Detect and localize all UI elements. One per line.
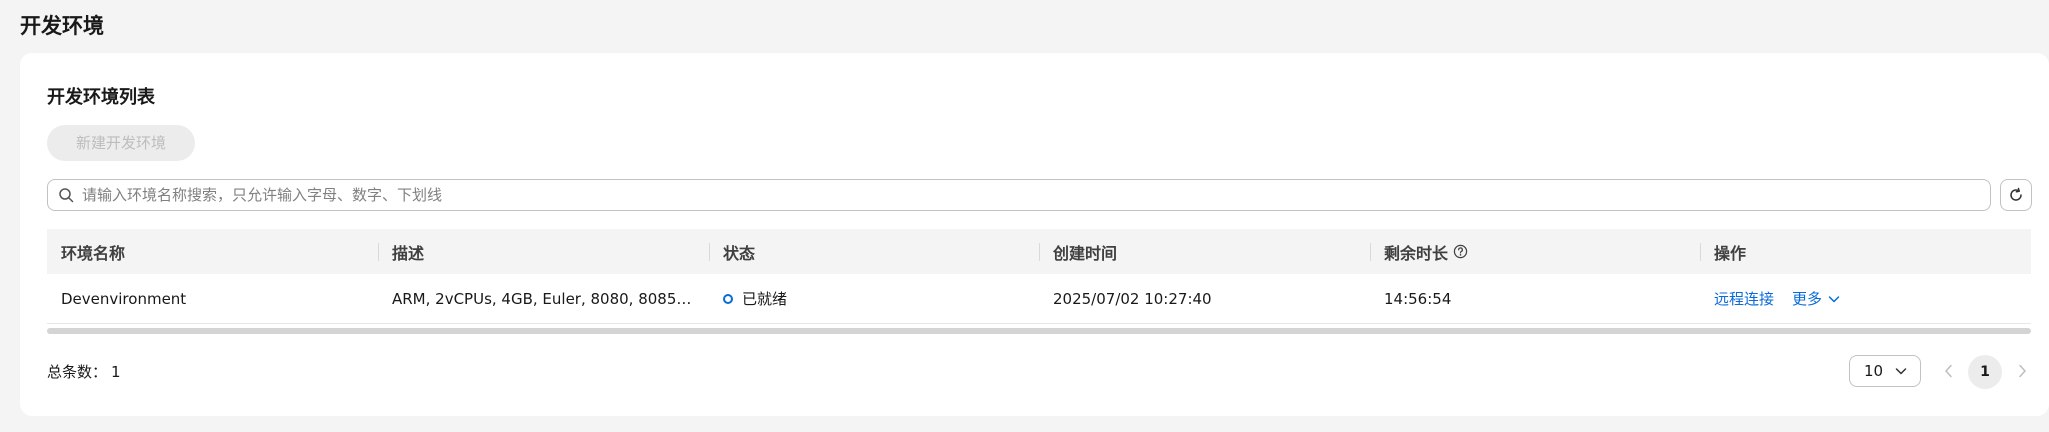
column-header-created: 创建时间: [1039, 229, 1370, 274]
search-box: [47, 179, 1991, 211]
table-row: Devenvironment ARM, 2vCPUs, 4GB, Euler, …: [47, 274, 2031, 324]
page-number-1[interactable]: 1: [1968, 355, 2002, 389]
table-header: 环境名称 描述 状态 创建时间 剩余时长 操作: [47, 229, 2031, 274]
more-actions-dropdown[interactable]: 更多: [1792, 288, 1841, 309]
chevron-down-icon: [1895, 368, 1907, 375]
env-actions-cell: 远程连接 更多: [1700, 274, 2031, 324]
chevron-down-icon: [1828, 295, 1840, 302]
prev-page-button[interactable]: [1942, 363, 1956, 383]
env-created-cell: 2025/07/02 10:27:40: [1053, 289, 1212, 308]
env-description: ARM, 2vCPUs, 4GB, Euler, 8080, 8085, 808…: [392, 289, 692, 308]
page-title: 开发环境: [20, 14, 104, 38]
total-count: 总条数： 1: [47, 363, 121, 381]
remote-connect-link[interactable]: 远程连接: [1714, 288, 1774, 309]
column-header-name: 环境名称: [61, 243, 126, 263]
column-header-actions: 操作: [1700, 229, 2031, 274]
refresh-icon: [2010, 187, 2022, 201]
refresh-button[interactable]: [2000, 179, 2032, 211]
page-size-value: 10: [1864, 362, 1884, 380]
section-title: 开发环境列表: [47, 87, 155, 108]
env-name-cell: Devenvironment: [61, 289, 187, 308]
search-icon: [59, 188, 74, 203]
page-size-select[interactable]: 10: [1849, 355, 1921, 387]
horizontal-scrollbar[interactable]: [47, 328, 2031, 334]
env-remaining-cell: 14:56:54: [1384, 289, 1452, 308]
chevron-left-icon: [1945, 364, 1952, 378]
new-environment-button[interactable]: 新建开发环境: [47, 125, 195, 161]
status-indicator-icon: [723, 293, 733, 304]
environment-list-card: 开发环境列表 新建开发环境 环境名称 描述 状态 创建时间 剩余时长: [20, 53, 2049, 416]
column-header-description: 描述: [378, 229, 709, 274]
environment-table: 环境名称 描述 状态 创建时间 剩余时长 操作 Devenvironment A…: [47, 229, 2031, 324]
chevron-right-icon: [2019, 364, 2026, 378]
column-header-status: 状态: [709, 229, 1039, 274]
more-label: 更多: [1792, 290, 1823, 308]
status-text: 已就绪: [742, 290, 788, 308]
next-page-button[interactable]: [2015, 363, 2029, 383]
total-count-value: 1: [111, 363, 121, 381]
column-header-remaining: 剩余时长: [1370, 229, 1700, 274]
env-status-cell: 已就绪: [709, 274, 1039, 324]
help-circle-icon[interactable]: [1453, 244, 1468, 259]
env-description-cell: ARM, 2vCPUs, 4GB, Euler, 8080, 8085, 808…: [378, 274, 709, 324]
search-input[interactable]: [82, 181, 1962, 209]
